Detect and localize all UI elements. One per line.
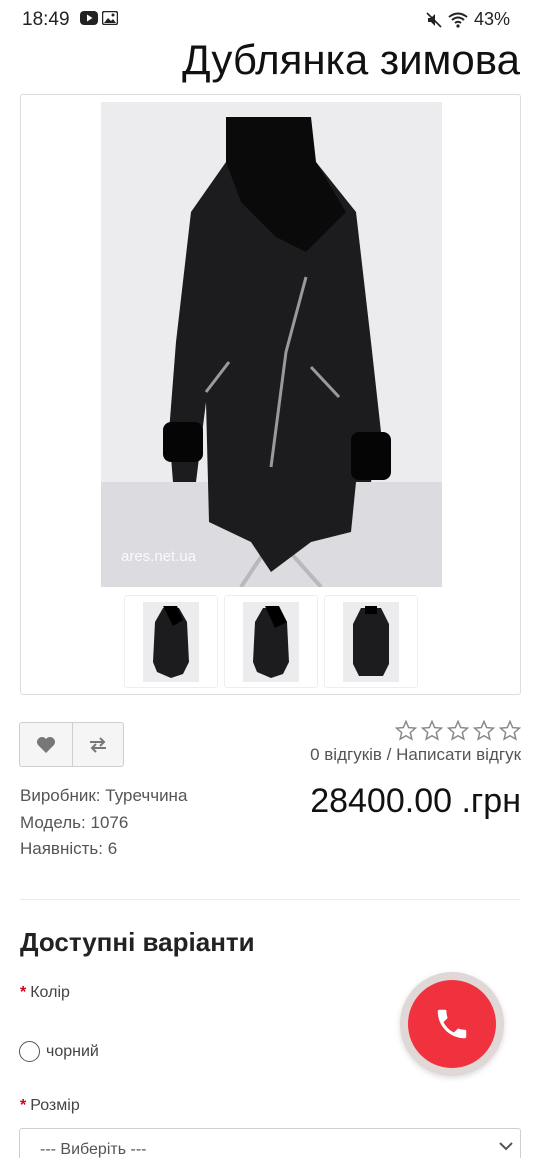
thumbnail-strip xyxy=(124,595,418,688)
radio-button[interactable] xyxy=(19,1041,40,1062)
spec-value: Туреччина xyxy=(105,786,188,805)
wifi-icon xyxy=(448,12,468,28)
size-select[interactable]: --- Виберіть --- xyxy=(19,1128,521,1158)
color-label: * Колір xyxy=(20,984,70,1002)
battery-level: 43% xyxy=(473,9,510,29)
product-actions xyxy=(19,722,124,767)
spec-value: 6 xyxy=(107,839,118,858)
mute-icon xyxy=(426,11,442,28)
heart-icon xyxy=(36,736,55,753)
size-label: * Розмір xyxy=(20,1097,80,1115)
divider xyxy=(20,899,520,900)
coat-thumbnail-icon xyxy=(253,605,289,678)
size-label-text: Розмір xyxy=(30,1097,80,1114)
coat-thumbnail-icon xyxy=(353,605,389,676)
spec-manufacturer: Виробник: Туреччина xyxy=(20,783,187,810)
status-bar: 18:49 43% xyxy=(0,0,540,36)
spec-model: Модель: 1076 xyxy=(20,810,187,837)
spec-availability: Наявність: 6 xyxy=(20,836,187,863)
star-icon xyxy=(447,720,469,741)
rating-stars xyxy=(395,720,521,741)
wishlist-button[interactable] xyxy=(20,723,72,766)
spec-label: Наявність: xyxy=(20,839,103,858)
image-watermark: ares.net.ua xyxy=(121,548,197,565)
product-title: Дублянка зимова xyxy=(182,36,520,83)
reviews-link[interactable]: 0 відгуків / Написати відгук xyxy=(310,745,521,765)
youtube-icon xyxy=(80,11,98,25)
phone-icon xyxy=(437,1009,467,1039)
star-icon xyxy=(499,720,521,741)
spec-label: Виробник: xyxy=(20,786,101,805)
coat-illustration xyxy=(101,102,442,587)
star-icon xyxy=(421,720,443,741)
status-time: 18:49 xyxy=(22,9,70,30)
call-button[interactable] xyxy=(400,972,504,1076)
product-specs: Виробник: Туреччина Модель: 1076 Наявніс… xyxy=(20,783,187,863)
call-button-inner[interactable] xyxy=(408,980,496,1068)
required-mark: * xyxy=(20,984,27,1001)
color-option-label: чорний xyxy=(46,1042,99,1060)
product-gallery: ares.net.ua xyxy=(20,94,521,695)
status-right: 43% xyxy=(426,9,510,30)
exchange-icon xyxy=(89,736,106,753)
thumbnail-2[interactable] xyxy=(224,595,318,688)
product-price: 28400.00 .грн xyxy=(310,782,521,820)
compare-button[interactable] xyxy=(71,723,124,766)
color-label-text: Колір xyxy=(30,984,70,1001)
options-title: Доступні варіанти xyxy=(20,927,255,957)
thumbnail-3[interactable] xyxy=(324,595,418,688)
spec-label: Модель: xyxy=(20,812,86,832)
color-option-black[interactable]: чорний xyxy=(19,1041,99,1062)
star-icon xyxy=(395,720,417,741)
thumbnail-1[interactable] xyxy=(124,595,218,688)
gallery-icon xyxy=(102,11,118,25)
star-icon xyxy=(473,720,495,741)
coat-thumbnail-icon xyxy=(153,605,189,678)
size-select-value: --- Виберіть --- xyxy=(40,1141,147,1158)
status-left-icons xyxy=(80,11,118,25)
chevron-down-icon xyxy=(499,1142,513,1151)
spec-value: 1076 xyxy=(90,812,129,832)
product-main-image[interactable]: ares.net.ua xyxy=(101,102,442,587)
required-mark: * xyxy=(20,1097,27,1114)
